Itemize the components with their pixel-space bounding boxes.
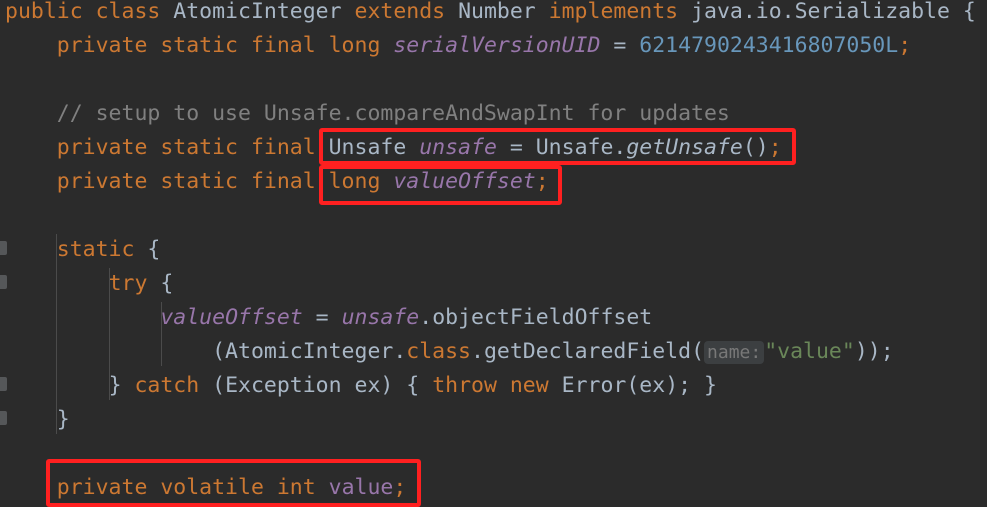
code-line-2: private static final long serialVersionU…: [5, 29, 911, 63]
token-operator-assign-2: =: [496, 135, 536, 160]
token-brace-open-try: {: [160, 271, 174, 296]
token-comment-setup: // setup to use Unsafe.compareAndSwapInt…: [56, 101, 730, 126]
token-keyword-new: new: [509, 373, 562, 398]
token-operator-assign-1: =: [600, 33, 640, 58]
token-expr-atomicinteger: (AtomicInteger.: [212, 339, 407, 364]
token-modifier-public: public: [5, 0, 96, 24]
token-brace-close-try: }: [108, 373, 135, 398]
token-field-unsafe: unsafe: [419, 135, 497, 160]
token-keyword-static-block: static: [56, 237, 148, 262]
token-field-serialversionuid: serialVersionUID: [393, 33, 601, 58]
token-field-valueoffset-decl: valueOffset: [393, 169, 536, 194]
token-type-long-1: long: [328, 33, 394, 58]
token-keyword-catch: catch: [134, 373, 213, 398]
token-semicolon-3: ;: [535, 169, 549, 194]
token-method-objectfieldoffset: .objectFieldOffset: [419, 305, 653, 330]
token-number-literal: 6214790243416807050L: [639, 33, 899, 58]
code-line-5: private static final Unsafe unsafe = Uns…: [5, 131, 782, 165]
token-interface-serializable: java.io.Serializable {: [691, 0, 976, 24]
code-line-10: valueOffset = unsafe.objectFieldOffset: [5, 301, 652, 335]
token-semicolon-4: ;: [393, 475, 407, 500]
token-semicolon-2: ;: [768, 135, 782, 160]
token-class-name: AtomicInteger: [173, 0, 355, 24]
code-line-1: public class AtomicInteger extends Numbe…: [5, 0, 976, 29]
token-keyword-extends: extends: [354, 0, 459, 24]
token-brace-close-static: }: [56, 407, 70, 432]
token-semicolon-1: ;: [898, 33, 912, 58]
token-close-parens: ));: [854, 339, 894, 364]
token-keyword-class-literal: class: [406, 339, 472, 364]
code-editor-screenshot: public class AtomicInteger extends Numbe…: [0, 0, 987, 507]
code-line-13: }: [5, 403, 70, 437]
token-parens-1: (): [742, 135, 769, 160]
token-operator-assign-3: =: [302, 305, 342, 330]
token-field-value: value: [328, 475, 394, 500]
param-hint-name: name:: [704, 341, 765, 364]
token-brace-open-static: {: [147, 237, 161, 262]
code-line-9: try {: [5, 267, 174, 301]
token-method-getdeclaredfield: .getDeclaredField(: [471, 339, 705, 364]
token-keyword-implements: implements: [548, 0, 692, 24]
token-modifiers-private-static-final-3: private static final: [56, 169, 329, 194]
code-line-12: } catch (Exception ex) { throw new Error…: [5, 369, 717, 403]
token-type-int: int: [276, 475, 329, 500]
token-modifiers-private-volatile: private volatile: [56, 475, 277, 500]
code-line-11: (AtomicInteger.class.getDeclaredField(na…: [5, 335, 894, 369]
token-catch-params: (Exception ex) {: [212, 373, 433, 398]
token-keyword-try: try: [108, 271, 161, 296]
token-string-value: "value": [764, 339, 855, 364]
token-error-construction: Error(ex); }: [561, 373, 717, 398]
token-type-unsafe: Unsafe: [328, 135, 420, 160]
token-type-long-2: long: [328, 169, 394, 194]
token-keyword-class: class: [95, 0, 174, 24]
code-line-6: private static final long valueOffset;: [5, 165, 549, 199]
token-qualifier-unsafe: Unsafe.: [535, 135, 627, 160]
code-line-4: // setup to use Unsafe.compareAndSwapInt…: [5, 97, 730, 131]
code-surface[interactable]: public class AtomicInteger extends Numbe…: [0, 0, 987, 507]
token-modifiers-private-static-final-1: private static final: [56, 33, 329, 58]
code-line-8: static {: [5, 233, 161, 267]
token-method-getunsafe: getUnsafe: [626, 135, 743, 160]
token-modifiers-private-static-final-2: private static final: [56, 135, 329, 160]
token-field-valueoffset-assign: valueOffset: [160, 305, 303, 330]
token-superclass-number: Number: [458, 0, 549, 24]
token-keyword-throw: throw: [432, 373, 510, 398]
code-line-15: private volatile int value;: [5, 471, 407, 505]
token-field-unsafe-ref: unsafe: [341, 305, 420, 330]
